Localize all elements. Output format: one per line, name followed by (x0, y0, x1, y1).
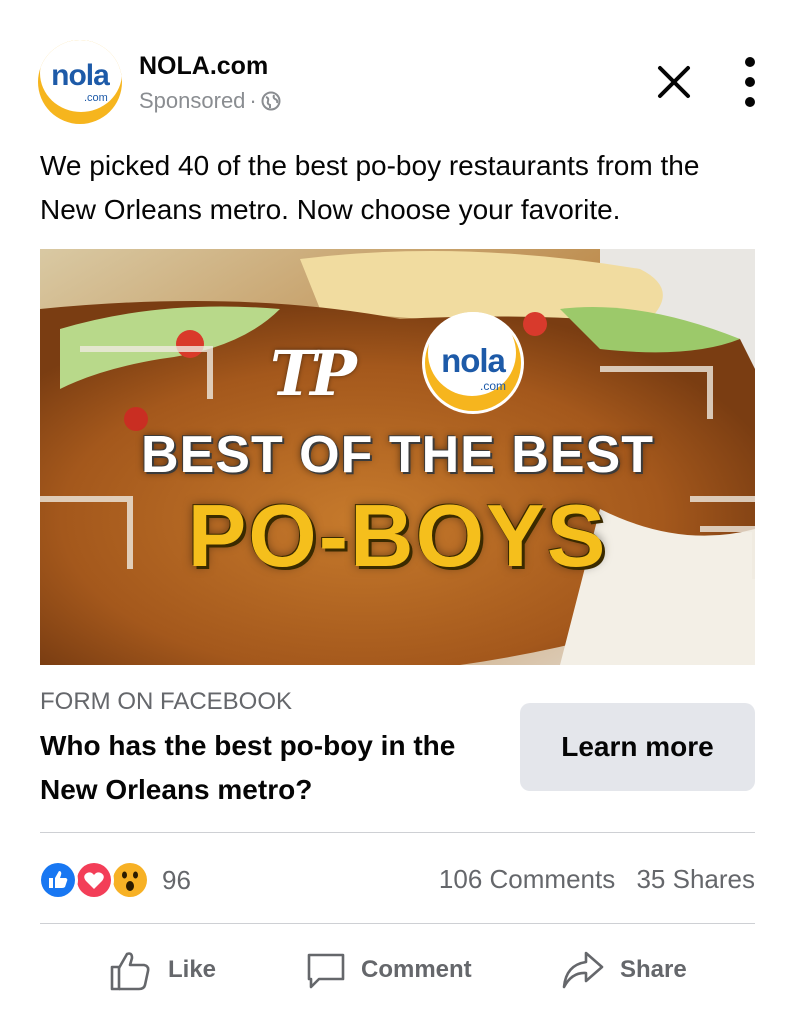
comment-button[interactable]: Comment (305, 940, 472, 1000)
image-headline-line1: BEST OF THE BEST (141, 426, 654, 484)
cta-headline[interactable]: Who has the best po-boy in the New Orlea… (40, 724, 480, 812)
avatar-logo-sub: .com (84, 92, 108, 104)
post-text: We picked 40 of the best po-boy restaura… (40, 150, 700, 225)
like-button[interactable]: Like (108, 940, 216, 1000)
post-meta: Sponsored · (139, 88, 281, 114)
post-header: nola .com NOLA.com Sponsored · (0, 0, 795, 140)
avatar[interactable]: nola .com (38, 40, 122, 124)
cta-source-label: FORM ON FACEBOOK (40, 688, 293, 715)
shares-count-link[interactable]: 35 Shares (636, 864, 755, 894)
reaction-count: 96 (162, 864, 191, 895)
globe-icon (261, 91, 281, 111)
meta-separator: · (249, 88, 257, 113)
wow-icon (110, 860, 150, 900)
action-bar: Like Comment Share (40, 940, 755, 1000)
avatar-logo-text: nola (51, 59, 110, 92)
comments-count-link[interactable]: 106 Comments (439, 864, 615, 894)
comment-icon (307, 953, 345, 989)
like-icon (38, 860, 78, 900)
engagement-counts: 106 Comments 35 Shares (425, 864, 755, 895)
nola-badge: nola .com (422, 312, 524, 414)
badge-sub: .com (480, 379, 507, 393)
more-options-icon[interactable] (738, 56, 762, 108)
share-label: Share (620, 956, 687, 983)
thumbs-up-icon (110, 952, 150, 991)
comment-label: Comment (361, 956, 472, 983)
divider (40, 832, 755, 833)
share-icon (562, 951, 604, 989)
share-button[interactable]: Share (560, 940, 687, 1000)
image-headline-line2: PO-BOYS (187, 486, 608, 585)
reactions-summary[interactable]: 96 (38, 860, 191, 900)
like-label: Like (168, 956, 217, 983)
ad-image[interactable]: TP nola .com BEST OF THE BEST PO-BOYS (40, 249, 755, 665)
divider (40, 923, 755, 924)
close-icon[interactable] (654, 62, 694, 102)
learn-more-button[interactable]: Learn more (520, 703, 755, 791)
page-name-link[interactable]: NOLA.com (139, 52, 268, 81)
sponsored-label[interactable]: Sponsored (139, 88, 245, 114)
love-icon (74, 860, 114, 900)
times-picayune-logo: TP (270, 337, 357, 410)
badge-text: nola (441, 342, 506, 379)
